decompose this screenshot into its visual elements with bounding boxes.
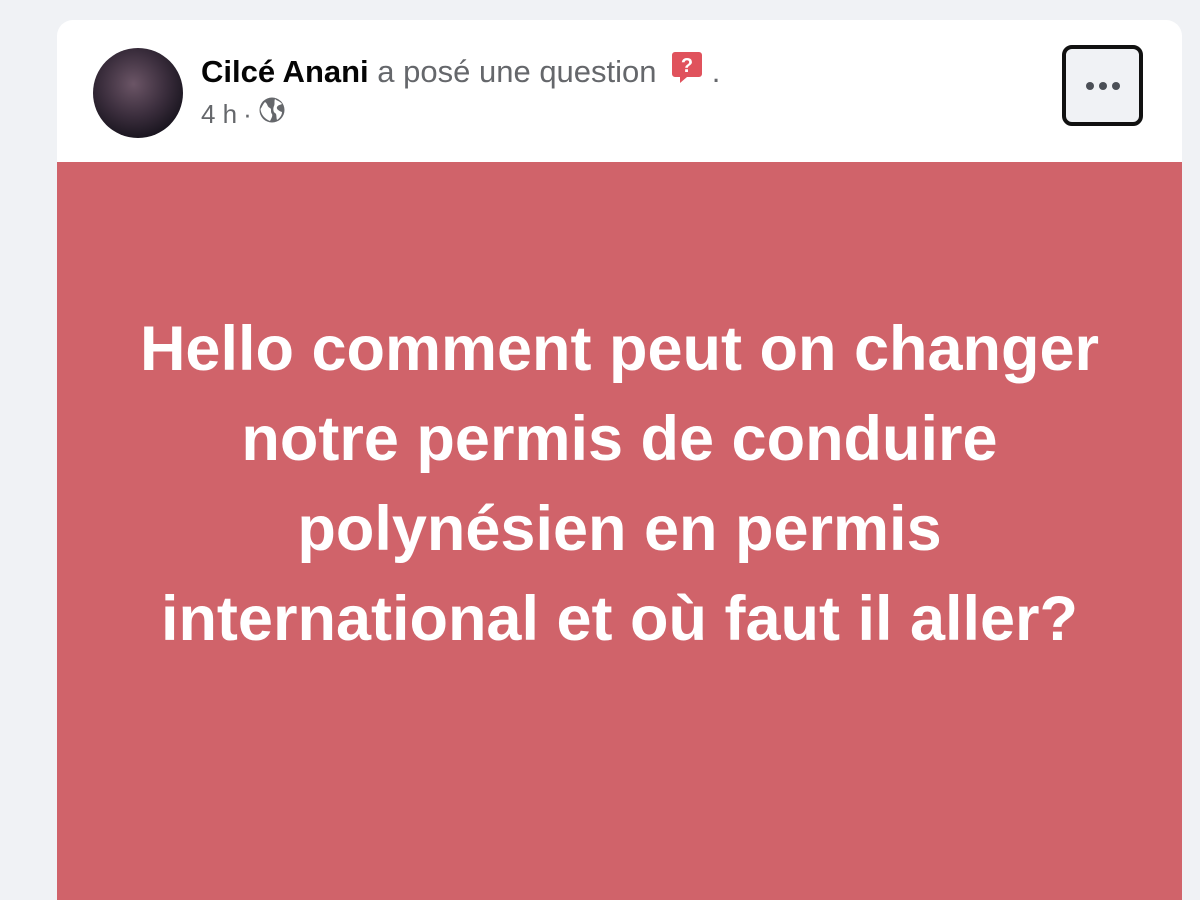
- post-title-line: Cilcé Anani a posé une question ? .: [201, 50, 720, 94]
- author-name[interactable]: Cilcé Anani: [201, 54, 369, 89]
- post-card: Cilcé Anani a posé une question ? . 4 h …: [57, 20, 1182, 900]
- more-options-button[interactable]: [1062, 45, 1143, 126]
- question-badge-icon: ?: [671, 50, 703, 94]
- post-title-trailing: .: [711, 54, 721, 89]
- author-avatar[interactable]: [93, 48, 183, 138]
- meta-separator: ·: [243, 99, 252, 129]
- svg-text:?: ?: [681, 55, 693, 77]
- post-background[interactable]: Hello comment peut on changer notre perm…: [57, 162, 1182, 900]
- post-subtitle-line: 4 h ·: [201, 96, 720, 132]
- globe-icon[interactable]: [258, 96, 286, 132]
- post-action-text: a posé une question: [377, 54, 657, 89]
- post-timestamp[interactable]: 4 h: [201, 97, 237, 131]
- more-horizontal-icon: [1085, 81, 1120, 90]
- post-header: Cilcé Anani a posé une question ? . 4 h …: [57, 20, 1182, 162]
- post-body-text: Hello comment peut on changer notre perm…: [139, 313, 1100, 654]
- post-meta: Cilcé Anani a posé une question ? . 4 h …: [201, 50, 720, 132]
